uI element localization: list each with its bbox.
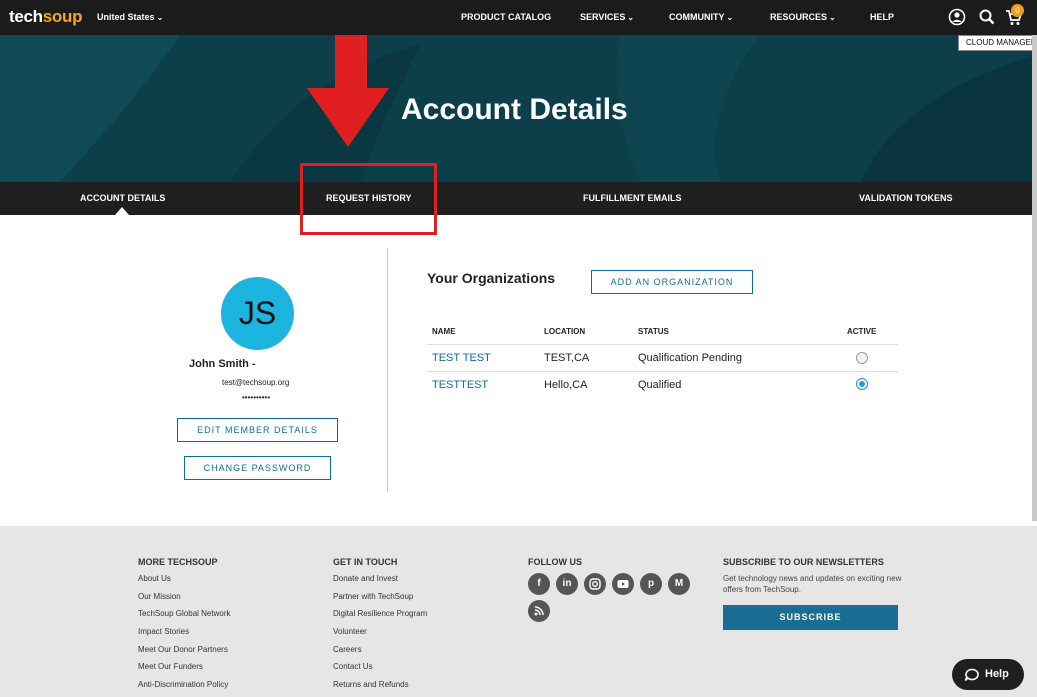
logo-soup-text: soup: [42, 7, 83, 26]
cloud-manager-button[interactable]: CLOUD MANAGER: [958, 35, 1037, 51]
nav-label: PRODUCT CATALOG: [461, 12, 552, 22]
nav-label: SERVICES: [580, 12, 626, 22]
logo-tech-text: tech: [9, 7, 43, 26]
nav-resources[interactable]: RESOURCES ⌄: [770, 12, 836, 22]
edit-member-details-button[interactable]: EDIT MEMBER DETAILS: [177, 418, 338, 442]
user-name: John Smith -: [189, 358, 256, 370]
chevron-down-icon: ⌄: [156, 13, 164, 22]
footer-link[interactable]: Careers: [333, 645, 361, 654]
tab-validation-tokens[interactable]: VALIDATION TOKENS: [859, 193, 953, 203]
add-organization-button[interactable]: ADD AN ORGANIZATION: [591, 270, 753, 294]
techsoup-logo[interactable]: techsoup: [9, 7, 82, 27]
footer-link[interactable]: Impact Stories: [138, 627, 189, 636]
table-row-divider: [427, 371, 898, 372]
footer-link[interactable]: About Us: [138, 574, 171, 583]
change-password-button[interactable]: CHANGE PASSWORD: [184, 456, 331, 480]
tab-fulfillment-emails[interactable]: FULFILLMENT EMAILS: [583, 193, 682, 203]
subscribe-button[interactable]: SUBSCRIBE: [723, 605, 898, 630]
region-label: United States: [97, 12, 155, 22]
account-tabs: ACCOUNT DETAILS REQUEST HISTORY FULFILLM…: [0, 182, 1037, 215]
column-header-active: ACTIVE: [847, 327, 877, 336]
column-divider: [387, 248, 388, 492]
footer-link[interactable]: Contact Us: [333, 662, 373, 671]
footer-link[interactable]: Digital Resilience Program: [333, 609, 427, 618]
rss-icon[interactable]: [528, 600, 550, 622]
search-icon[interactable]: [978, 8, 996, 26]
org-status: Qualification Pending: [638, 352, 742, 364]
active-tab-indicator: [115, 207, 129, 215]
footer-link[interactable]: Our Mission: [138, 592, 181, 601]
footer-link[interactable]: Volunteer: [333, 627, 367, 636]
user-account-icon[interactable]: [948, 8, 966, 26]
linkedin-icon[interactable]: in: [556, 573, 578, 595]
newsletter-description: Get technology news and updates on excit…: [723, 574, 902, 594]
org-status: Qualified: [638, 379, 682, 391]
footer-heading-touch: GET IN TOUCH: [333, 557, 398, 567]
region-selector[interactable]: United States ⌄: [97, 12, 163, 22]
nav-help[interactable]: HELP: [870, 12, 894, 22]
org-name-link[interactable]: TESTTEST: [432, 379, 488, 391]
chevron-down-icon: ⌄: [829, 13, 836, 22]
facebook-icon[interactable]: f: [528, 573, 550, 595]
footer-link[interactable]: Anti-Discrimination Policy: [138, 680, 228, 689]
footer-heading-follow: FOLLOW US: [528, 557, 582, 567]
org-location: TEST,CA: [544, 352, 590, 364]
password-mask: ••••••••••: [242, 393, 271, 402]
annotation-highlight-box: [300, 163, 437, 235]
column-header-status: STATUS: [638, 327, 669, 336]
nav-community[interactable]: COMMUNITY ⌄: [669, 12, 733, 22]
footer-link[interactable]: TechSoup Global Network: [138, 609, 231, 618]
organizations-title: Your Organizations: [427, 270, 556, 286]
tab-account-details[interactable]: ACCOUNT DETAILS: [80, 193, 165, 203]
active-radio[interactable]: [856, 352, 868, 364]
footer-link[interactable]: Returns and Refunds: [333, 680, 409, 689]
nav-label: HELP: [870, 12, 895, 22]
nav-services[interactable]: SERVICES ⌄: [580, 12, 634, 22]
footer-link[interactable]: Meet Our Donor Partners: [138, 645, 228, 654]
footer-link[interactable]: Donate and Invest: [333, 574, 398, 583]
help-label: Help: [985, 668, 1009, 680]
top-navigation: techsoup United States ⌄ PRODUCT CATALOG …: [0, 0, 1037, 35]
page-title: Account Details: [401, 93, 628, 126]
footer-heading-more: MORE TECHSOUP: [138, 557, 218, 567]
active-radio-selected[interactable]: [856, 378, 868, 390]
scrollbar[interactable]: [1032, 35, 1037, 521]
cart-count-badge: 0: [1011, 4, 1024, 17]
nav-label: COMMUNITY: [669, 12, 725, 22]
column-header-name: NAME: [432, 327, 456, 336]
nav-label: RESOURCES: [770, 12, 828, 22]
footer-link[interactable]: Partner with TechSoup: [333, 592, 413, 601]
avatar: JS: [221, 277, 294, 350]
footer-heading-subscribe: SUBSCRIBE TO OUR NEWSLETTERS: [723, 557, 884, 567]
hero-banner: Account Details: [0, 35, 1037, 182]
pinterest-icon[interactable]: p: [640, 573, 662, 595]
user-email: test@techsoup.org: [222, 378, 290, 387]
chevron-down-icon: ⌄: [726, 13, 734, 22]
column-header-location: LOCATION: [544, 327, 586, 336]
nav-product-catalog[interactable]: PRODUCT CATALOG: [461, 12, 551, 22]
youtube-icon[interactable]: [612, 573, 634, 595]
chevron-down-icon: ⌄: [627, 13, 635, 22]
org-name-link[interactable]: TEST TEST: [432, 352, 491, 364]
help-chat-button[interactable]: Help: [952, 659, 1024, 690]
footer-link[interactable]: Meet Our Funders: [138, 662, 203, 671]
arrow-down-icon: [307, 35, 389, 147]
medium-icon[interactable]: M: [668, 573, 690, 595]
instagram-icon[interactable]: [584, 573, 606, 595]
chat-bubble-icon: [964, 668, 979, 682]
table-header-divider: [427, 344, 898, 345]
org-location: Hello,CA: [544, 379, 588, 391]
